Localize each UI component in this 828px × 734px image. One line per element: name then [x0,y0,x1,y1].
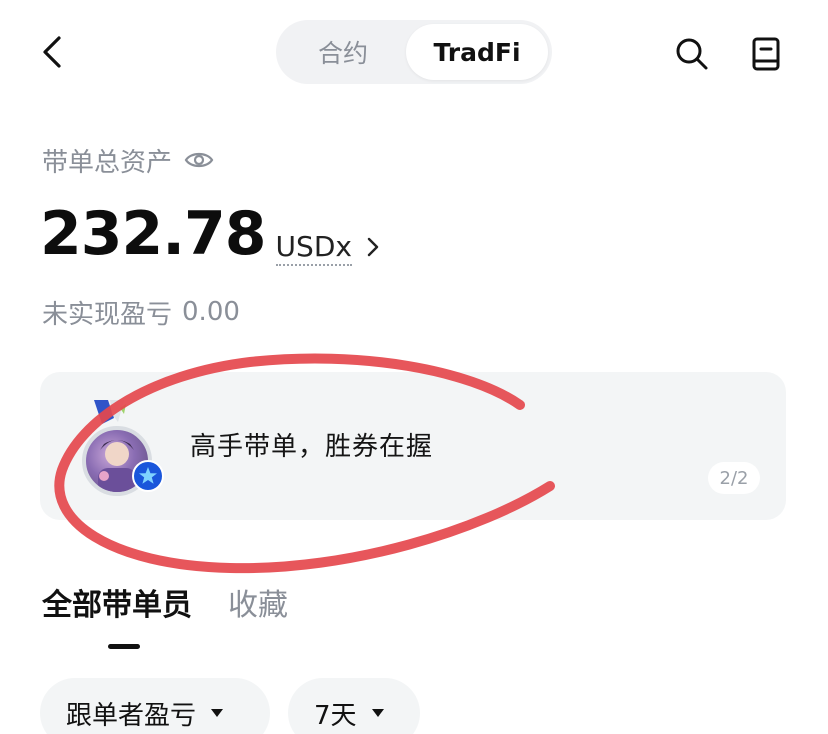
tab-favorites[interactable]: 收藏 [228,584,288,634]
assets-label: 带单总资产 [42,147,173,178]
follower-pnl-filter[interactable]: 跟单者盈亏 [40,678,270,734]
unrealized-pnl-row: 未实现盈亏 0.00 [42,292,240,332]
chevron-right-icon [367,237,379,257]
assets-unit-selector[interactable]: USDx [275,230,352,266]
unrealized-pnl-value: 0.00 [182,297,240,327]
tab-tradfi[interactable]: TradFi [406,24,548,80]
search-button[interactable] [668,30,716,78]
eye-icon [184,152,214,168]
filter-label: 7天 [314,700,357,731]
copy-trading-page: 合约 TradFi 带单总资产 232.78 USDx 未实现盈亏 0.00 高… [0,0,828,734]
guide-button[interactable] [742,30,790,78]
trader-avatar-group [82,400,172,496]
banner-text: 高手带单，胜券在握 [190,432,434,462]
promo-banner[interactable]: 高手带单，胜券在握 2/2 [40,372,786,520]
filter-label: 跟单者盈亏 [66,700,197,731]
trader-list-tabs: 全部带单员 收藏 [42,584,288,634]
back-button[interactable] [30,30,74,74]
unrealized-pnl-label: 未实现盈亏 [42,299,173,330]
star-badge-icon [132,460,164,492]
eye-toggle[interactable] [184,145,214,175]
caret-down-icon [371,709,384,717]
chevron-left-icon [43,36,61,68]
tab-all-traders[interactable]: 全部带单员 [42,584,192,634]
banner-pager: 2/2 [708,462,760,494]
product-tab-switch: 合约 TradFi [276,20,552,84]
assets-label-row: 带单总资产 [42,140,214,180]
assets-detail-button[interactable] [364,234,382,260]
total-assets-value: 232.78 [40,199,267,269]
book-icon [752,37,780,71]
search-icon [676,38,708,70]
assets-value-row: 232.78 USDx [40,192,382,276]
tab-contracts[interactable]: 合约 [280,24,406,80]
period-filter[interactable]: 7天 [288,678,420,734]
caret-down-icon [211,709,224,717]
active-tab-indicator [108,644,140,649]
